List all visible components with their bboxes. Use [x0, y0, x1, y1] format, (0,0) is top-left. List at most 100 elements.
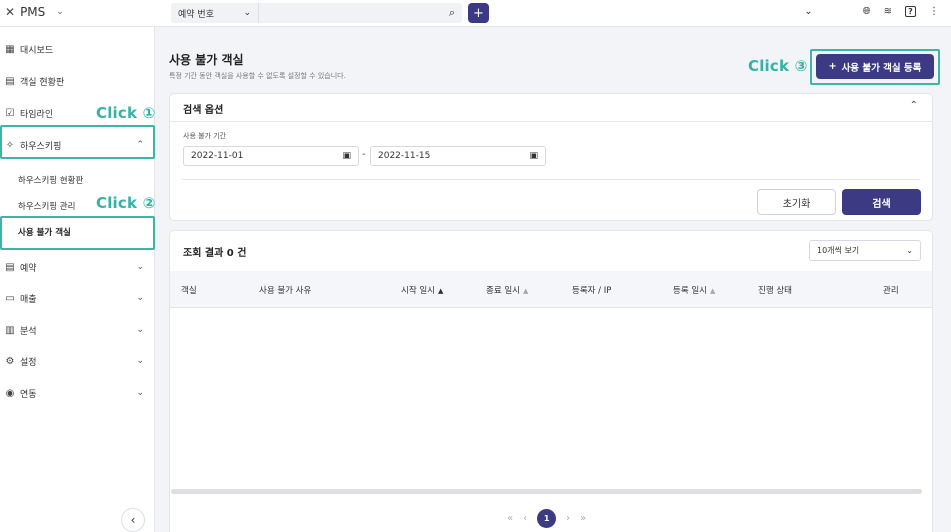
chevron-down-icon[interactable]: ⌄: [804, 6, 812, 17]
sidebar-item-label: 대시보드: [20, 45, 54, 56]
more-vertical-icon[interactable]: ⋮: [929, 6, 939, 17]
page-subtitle: 특정 기간 동안 객실을 사용할 수 없도록 설정할 수 있습니다.: [169, 72, 346, 80]
start-date-value: 2022-11-01: [191, 151, 244, 161]
top-bar: ✕ PMS ⌄ 예약 번호 ⌄ ⌕ + ⌄ 🌐︎ ≋ ? ⋮: [0, 0, 951, 27]
divider: [170, 121, 932, 122]
link-icon: ◉: [5, 387, 15, 399]
column-label: 시작 일시: [401, 286, 435, 296]
chevron-down-icon: ⌄: [56, 7, 64, 17]
sidebar-item-dashboard[interactable]: ▦ 대시보드: [0, 36, 155, 62]
quick-add-button[interactable]: +: [468, 3, 489, 23]
column-manage: 관리: [883, 286, 899, 296]
sidebar-item-label: 객실 현황판: [20, 77, 65, 88]
highlight-unavailable-rooms: [0, 216, 155, 250]
column-status: 진행 상태: [758, 286, 792, 296]
column-registered-datetime[interactable]: 등록 일시 ▲: [673, 284, 715, 296]
calendar-icon: ▤: [5, 75, 15, 87]
sidebar-item-label: 예약: [20, 263, 37, 274]
chevron-up-icon[interactable]: ⌃: [910, 100, 918, 111]
date-separator: -: [362, 149, 366, 160]
app-switcher[interactable]: ✕ PMS ⌄: [5, 5, 64, 19]
wifi-icon[interactable]: ≋: [884, 6, 892, 17]
column-registrant-ip: 등록자 / IP: [572, 286, 612, 296]
last-page-icon[interactable]: »: [580, 513, 586, 524]
plus-icon: +: [473, 5, 484, 21]
sort-asc-icon: ▲: [709, 287, 716, 295]
top-right-tools: ⌄ 🌐︎ ≋ ? ⋮: [804, 6, 939, 17]
search-input[interactable]: [259, 3, 442, 23]
results-card: 조회 결과 0 건 10개씩 보기 ⌄ 객실 사용 불가 사유 시작 일시 ▲ 종…: [169, 230, 933, 532]
sidebar-item-label: 매출: [20, 294, 37, 305]
chevron-down-icon: ⌄: [136, 388, 144, 398]
sidebar: ▦ 대시보드 ▤ 객실 현황판 ☑ 타임라인 ✧ 하우스키핑 ⌃ 하우스키핑 현…: [0, 27, 155, 532]
pagination: « ‹ 1 › »: [507, 509, 586, 528]
calendar-icon: ▣: [342, 151, 351, 161]
next-page-icon[interactable]: ›: [566, 513, 570, 524]
timeline-icon: ☑: [5, 107, 15, 119]
prev-page-icon[interactable]: ‹: [523, 513, 527, 524]
chevron-down-icon: ⌄: [136, 262, 144, 272]
sidebar-subitem-housekeeping-board[interactable]: 하우스키핑 현황판: [18, 174, 83, 186]
column-label: 등록 일시: [673, 286, 707, 296]
sidebar-item-sales[interactable]: ▭ 매출 ⌄: [0, 285, 155, 311]
global-search: 예약 번호 ⌄ ⌕: [171, 3, 462, 23]
sidebar-subitem-housekeeping-manage[interactable]: 하우스키핑 관리: [18, 200, 75, 212]
page-title: 사용 불가 객실: [169, 53, 244, 67]
column-label: 종료 일시: [486, 286, 520, 296]
horizontal-scrollbar[interactable]: [171, 489, 922, 494]
page-size-value: 10개씩 보기: [817, 246, 860, 255]
chevron-down-icon: ⌄: [136, 325, 144, 335]
register-button-label: 사용 불가 객실 등록: [841, 62, 922, 74]
divider: [182, 179, 920, 180]
column-start-datetime[interactable]: 시작 일시 ▲: [401, 284, 443, 296]
help-icon[interactable]: ?: [905, 6, 916, 17]
logo-icon: ✕: [5, 5, 16, 19]
sidebar-item-reservation[interactable]: ▤ 예약 ⌄: [0, 254, 155, 280]
page-size-select[interactable]: 10개씩 보기 ⌄: [809, 240, 921, 261]
highlight-housekeeping: [0, 125, 155, 159]
column-reason: 사용 불가 사유: [259, 286, 312, 296]
receipt-icon: ▭: [5, 292, 15, 304]
sidebar-item-label: 분석: [20, 326, 37, 337]
sort-asc-icon: ▲: [437, 287, 444, 295]
chevron-left-icon: ‹: [130, 513, 136, 527]
calendar-icon: ▤: [5, 261, 15, 273]
annotation-click-1: Click ①: [96, 104, 156, 122]
end-date-value: 2022-11-15: [378, 151, 431, 161]
globe-icon[interactable]: 🌐︎: [863, 6, 871, 17]
chevron-down-icon: ⌄: [136, 293, 144, 303]
annotation-click-3: Click ③: [748, 57, 808, 75]
sidebar-item-analytics[interactable]: ▥ 분석 ⌄: [0, 317, 155, 343]
search-type-value: 예약 번호: [178, 9, 214, 20]
sidebar-item-label: 연동: [20, 389, 37, 400]
search-options-card: 검색 옵션 ⌃ 사용 불가 기간 2022-11-01 ▣ - 2022-11-…: [169, 93, 933, 221]
chevron-down-icon: ⌄: [243, 8, 251, 18]
column-end-datetime[interactable]: 종료 일시 ▲: [486, 284, 528, 296]
result-count-title: 조회 결과 0 건: [183, 248, 247, 259]
bar-chart-icon: ▥: [5, 324, 15, 336]
start-date-field[interactable]: 2022-11-01 ▣: [183, 146, 359, 166]
end-date-field[interactable]: 2022-11-15 ▣: [370, 146, 546, 166]
search-options-title: 검색 옵션: [183, 105, 224, 116]
sidebar-item-room-board[interactable]: ▤ 객실 현황판: [0, 68, 155, 94]
search-icon[interactable]: ⌕: [442, 6, 462, 20]
sidebar-collapse-button[interactable]: ‹: [121, 508, 145, 532]
calendar-icon: ▣: [529, 151, 538, 161]
page-number-current[interactable]: 1: [537, 509, 557, 528]
register-unavailable-room-button[interactable]: + 사용 불가 객실 등록: [816, 54, 934, 79]
chevron-down-icon: ⌄: [136, 356, 144, 366]
gear-icon: ⚙: [5, 355, 15, 367]
sidebar-item-settings[interactable]: ⚙ 설정 ⌄: [0, 348, 155, 374]
first-page-icon[interactable]: «: [507, 513, 513, 524]
sort-asc-icon: ▲: [522, 287, 529, 295]
period-label: 사용 불가 기간: [183, 132, 227, 140]
reset-button[interactable]: 초기화: [757, 189, 836, 215]
chevron-down-icon: ⌄: [906, 246, 913, 255]
dashboard-icon: ▦: [5, 43, 15, 55]
sidebar-item-label: 설정: [20, 357, 37, 368]
app-name: PMS: [20, 5, 46, 19]
search-button[interactable]: 검색: [842, 189, 921, 215]
column-room: 객실: [181, 286, 197, 296]
sidebar-item-integration[interactable]: ◉ 연동 ⌄: [0, 380, 155, 406]
search-type-select[interactable]: 예약 번호 ⌄: [171, 3, 259, 23]
